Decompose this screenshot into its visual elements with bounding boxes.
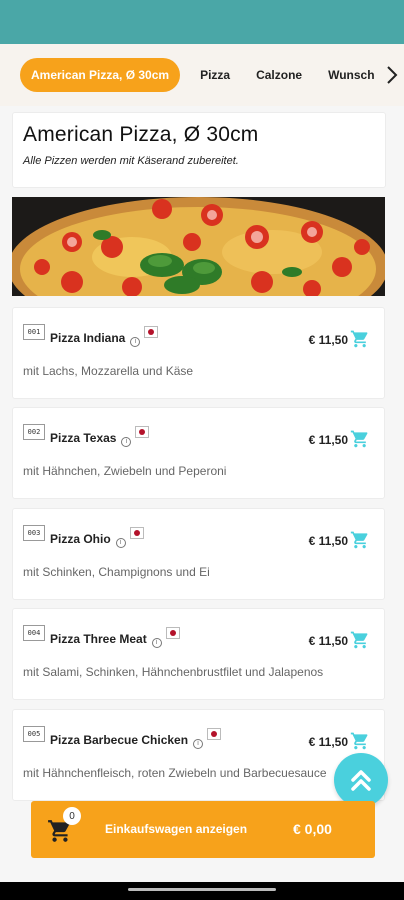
item-description: mit Schinken, Champignons und Ei: [23, 565, 210, 579]
shopping-cart-icon[interactable]: [350, 530, 370, 550]
info-icon[interactable]: i: [151, 638, 162, 648]
cart-total: € 0,00: [293, 821, 332, 837]
cart-label: Einkaufswagen anzeigen: [105, 822, 248, 836]
shopping-cart-icon[interactable]: [350, 329, 370, 349]
item-name-row: Pizza Indiana i: [50, 326, 159, 347]
item-price: € 11,50: [308, 735, 348, 749]
item-number: 004: [23, 625, 45, 641]
tab-calzone[interactable]: Calzone: [256, 68, 302, 82]
japan-flag-icon: [144, 326, 159, 338]
info-icon[interactable]: i: [193, 739, 204, 749]
home-indicator[interactable]: [128, 888, 276, 891]
chevron-right-icon[interactable]: [380, 44, 404, 106]
pizza-banner-image: [12, 197, 385, 296]
cart-count-badge: 0: [63, 807, 81, 825]
item-name-row: Pizza Texas i: [50, 426, 150, 447]
item-number: 005: [23, 726, 45, 742]
item-name: Pizza Three Meat: [50, 632, 147, 646]
japan-flag-icon: [129, 527, 144, 539]
category-title: American Pizza, Ø 30cm: [23, 123, 259, 146]
tab-wunsch[interactable]: Wunsch: [328, 68, 374, 82]
info-icon[interactable]: i: [130, 337, 141, 347]
view-cart-button[interactable]: 0 Einkaufswagen anzeigen € 0,00: [31, 801, 375, 858]
double-chevron-up-icon: [351, 770, 371, 791]
item-name: Pizza Indiana: [50, 331, 126, 345]
item-price: € 11,50: [308, 433, 348, 447]
item-price: € 11,50: [308, 634, 348, 648]
tab-american-pizza[interactable]: American Pizza, Ø 30cm: [20, 58, 181, 92]
japan-flag-icon: [165, 627, 180, 639]
menu-item[interactable]: 003 Pizza Ohio i € 11,50 mit Schinken, Ch…: [12, 508, 385, 600]
item-name: Pizza Texas: [50, 431, 117, 445]
item-name-row: Pizza Ohio i: [50, 527, 144, 548]
info-icon[interactable]: i: [115, 538, 126, 548]
item-name-row: Pizza Barbecue Chicken i: [50, 728, 222, 749]
item-description: mit Hähnchenfleisch, roten Zwiebeln und …: [23, 766, 327, 780]
info-icon[interactable]: i: [121, 437, 132, 447]
item-description: mit Salami, Schinken, Hähnchenbrustfilet…: [23, 665, 324, 679]
menu-item[interactable]: 004 Pizza Three Meat i € 11,50 mit Salami…: [12, 608, 385, 700]
menu-item[interactable]: 002 Pizza Texas i € 11,50 mit Hähnchen, Z…: [12, 407, 385, 499]
item-number: 003: [23, 525, 45, 541]
category-tabs: American Pizza, Ø 30cm Pizza Calzone Wun…: [0, 44, 404, 106]
item-name: Pizza Ohio: [50, 532, 111, 546]
menu-item[interactable]: 001 Pizza Indiana i € 11,50 mit Lachs, Mo…: [12, 307, 385, 399]
shopping-cart-icon[interactable]: [350, 429, 370, 449]
item-description: mit Hähnchen, Zwiebeln und Peperoni: [23, 464, 227, 478]
item-number: 002: [23, 424, 45, 440]
tab-pizza[interactable]: Pizza: [200, 68, 230, 82]
category-subtitle: Alle Pizzen werden mit Käserand zubereit…: [23, 155, 239, 167]
navigation-bar: [0, 882, 404, 900]
japan-flag-icon: [135, 426, 150, 438]
japan-flag-icon: [207, 728, 222, 740]
category-card: American Pizza, Ø 30cm Alle Pizzen werde…: [12, 112, 386, 188]
item-number: 001: [23, 324, 45, 340]
item-price: € 11,50: [308, 534, 348, 548]
item-description: mit Lachs, Mozzarella und Käse: [23, 364, 194, 378]
item-name: Pizza Barbecue Chicken: [50, 733, 189, 747]
scroll-to-top-button[interactable]: [334, 753, 388, 807]
item-name-row: Pizza Three Meat i: [50, 627, 180, 648]
item-price: € 11,50: [308, 333, 348, 347]
shopping-cart-icon[interactable]: [350, 731, 370, 751]
category-header: American Pizza, Ø 30cm Alle Pizzen werde…: [12, 112, 386, 188]
menu-item[interactable]: 005 Pizza Barbecue Chicken i € 11,50 mit …: [12, 709, 385, 801]
shopping-cart-icon[interactable]: [350, 630, 370, 650]
status-bar: [0, 0, 404, 44]
